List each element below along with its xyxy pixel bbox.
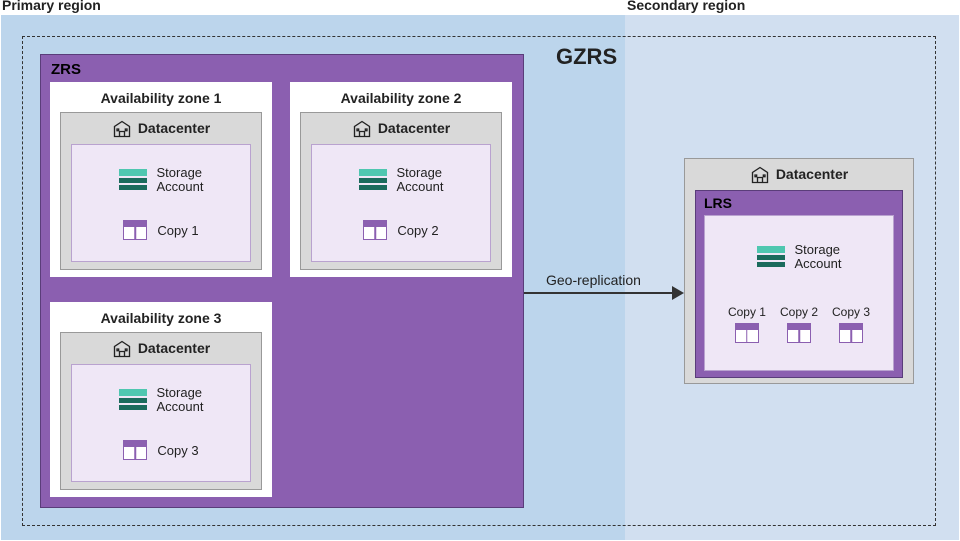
az1-storage-card: Storage Account Copy 1 <box>71 144 251 262</box>
lrs-copy-1: Copy 1 <box>728 305 766 343</box>
copy-label: Copy 3 <box>832 305 870 319</box>
lrs-copies-row: Copy 1 Copy 2 Copy 3 <box>711 305 887 343</box>
az1-storage-label: Storage Account <box>157 166 204 196</box>
geo-replication-arrow <box>524 292 672 294</box>
az3-datacenter: Datacenter Storage Account Copy 3 <box>60 332 262 490</box>
az1-copy-label: Copy 1 <box>157 223 198 238</box>
az1-datacenter: Datacenter Storage Account Copy 1 <box>60 112 262 270</box>
az3-storage-label: Storage Account <box>157 386 204 416</box>
copy-icon <box>735 323 759 343</box>
primary-region-label: Primary region <box>0 0 107 15</box>
availability-zone-1: Availability zone 1 Datacenter Storage A… <box>50 82 272 277</box>
availability-zone-2: Availability zone 2 Datacenter Storage A… <box>290 82 512 277</box>
storage-account-icon <box>359 169 387 191</box>
az3-storage-card: Storage Account Copy 3 <box>71 364 251 482</box>
az1-dc-label: Datacenter <box>138 120 210 136</box>
geo-replication-label: Geo-replication <box>546 272 641 288</box>
lrs-storage-card: Storage Account Copy 1 Copy 2 Copy 3 <box>704 215 894 371</box>
az2-copy-label: Copy 2 <box>397 223 438 238</box>
lrs-copy-2: Copy 2 <box>780 305 818 343</box>
arrow-head-icon <box>672 286 684 300</box>
storage-account-icon <box>119 169 147 191</box>
az2-dc-label: Datacenter <box>378 120 450 136</box>
az3-dc-label: Datacenter <box>138 340 210 356</box>
lrs-label: LRS <box>704 195 894 211</box>
gzrs-diagram: Primary region Secondary region GZRS ZRS… <box>0 0 960 541</box>
az3-copy-label: Copy 3 <box>157 443 198 458</box>
az1-title: Availability zone 1 <box>60 90 262 106</box>
lrs-container: LRS Storage Account Copy 1 Copy 2 <box>695 190 903 378</box>
secondary-datacenter: Datacenter LRS Storage Account Copy 1 Co… <box>684 158 914 384</box>
copy-icon <box>363 220 387 240</box>
gzrs-title: GZRS <box>556 44 617 70</box>
az2-title: Availability zone 2 <box>300 90 502 106</box>
copy-label: Copy 1 <box>728 305 766 319</box>
datacenter-icon <box>112 119 132 137</box>
lrs-storage-label: Storage Account <box>795 243 842 273</box>
datacenter-icon <box>112 339 132 357</box>
copy-icon <box>839 323 863 343</box>
copy-icon <box>123 440 147 460</box>
storage-account-icon <box>757 246 785 268</box>
copy-icon <box>787 323 811 343</box>
az3-title: Availability zone 3 <box>60 310 262 326</box>
az2-storage-card: Storage Account Copy 2 <box>311 144 491 262</box>
copy-label: Copy 2 <box>780 305 818 319</box>
lrs-copy-3: Copy 3 <box>832 305 870 343</box>
secondary-dc-label: Datacenter <box>776 166 848 182</box>
copy-icon <box>123 220 147 240</box>
datacenter-icon <box>750 165 770 183</box>
az2-datacenter: Datacenter Storage Account Copy 2 <box>300 112 502 270</box>
storage-account-icon <box>119 389 147 411</box>
datacenter-icon <box>352 119 372 137</box>
az2-storage-label: Storage Account <box>397 166 444 196</box>
secondary-region-label: Secondary region <box>625 0 751 15</box>
zrs-label: ZRS <box>51 61 513 78</box>
availability-zone-3: Availability zone 3 Datacenter Storage A… <box>50 302 272 497</box>
